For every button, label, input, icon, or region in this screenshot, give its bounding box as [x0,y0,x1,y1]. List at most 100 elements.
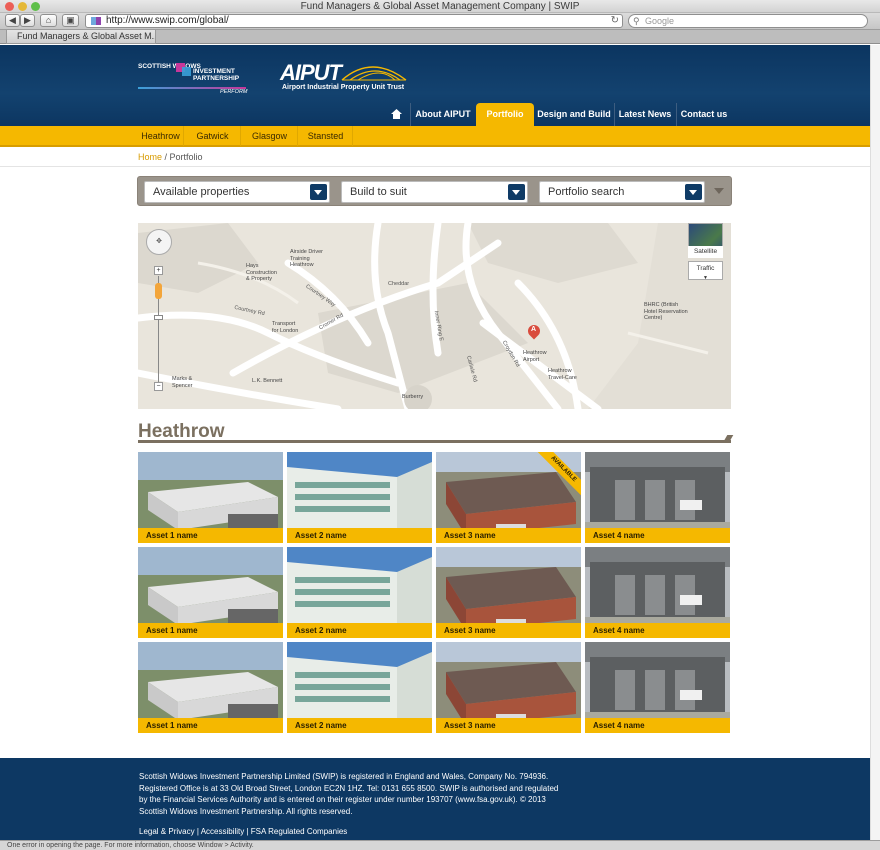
home-button[interactable]: ⌂ [40,14,57,27]
back-arrow-icon[interactable]: ◀ [5,14,20,27]
asset-name: Asset 2 name [287,718,432,733]
breadcrumb-separator: / [162,152,170,162]
url-field[interactable]: http://www.swip.com/global/ ↻ [85,14,623,28]
fsa-regulated-companies-link[interactable]: FSA Regulated Companies [251,827,348,836]
nav-latest-news[interactable]: Latest News [614,103,675,126]
asset-card[interactable]: Asset 4 name [585,642,730,733]
zoom-out-button[interactable]: − [154,382,163,391]
asset-card[interactable]: Asset 2 name [287,642,432,733]
asset-name: Asset 1 name [138,718,283,733]
search-placeholder: Google [645,16,675,26]
home-icon [390,109,402,119]
asset-name: Asset 1 name [138,528,283,543]
asset-name: Asset 2 name [287,623,432,638]
breadcrumb: Home / Portfolio [138,152,203,162]
subnav-glasgow[interactable]: Glasgow [242,126,298,146]
asset-card[interactable]: Asset 2 name [287,452,432,543]
expand-filters-icon[interactable] [714,188,724,194]
asset-name: Asset 4 name [585,718,730,733]
nav-about-aiput[interactable]: About AIPUT [410,103,475,126]
portfolio-search-label: Portfolio search [548,186,625,198]
browser-tab[interactable]: Fund Managers & Global Asset M... [6,30,156,44]
chevron-down-icon[interactable] [310,184,327,200]
breadcrumb-current: Portfolio [169,152,203,162]
zoom-slider-handle[interactable] [154,315,163,320]
breadcrumb-home[interactable]: Home [138,152,162,162]
portfolio-search-select[interactable]: Portfolio search [539,181,705,203]
available-properties-select[interactable]: Available properties [144,181,330,203]
browser-status-bar: One error in opening the page. For more … [0,840,880,850]
chevron-down-icon: ▼ [703,275,708,281]
zoom-in-button[interactable]: + [154,266,163,275]
asset-card[interactable]: Asset 2 name [287,547,432,638]
pegman-icon[interactable] [155,283,162,299]
map-label: Hays Construction & Property [246,263,277,282]
url-text: http://www.swip.com/global/ [106,15,229,26]
search-icon: ⚲ [633,16,640,26]
tab-bar: Fund Managers & Global Asset M... [0,30,880,44]
traffic-button[interactable]: Traffic ▼ [688,261,723,281]
footer-legal-text: Scottish Widows Investment Partnership L… [139,772,559,816]
window-title: Fund Managers & Global Asset Management … [300,1,580,12]
chevron-down-icon[interactable] [685,184,702,200]
traffic-label: Traffic [696,265,715,272]
bookmarks-icon[interactable]: ▣ [62,14,79,27]
asset-name: Asset 4 name [585,528,730,543]
asset-card[interactable]: Asset 1 name [138,547,283,638]
satellite-button[interactable]: Satellite [688,246,723,258]
subnav-heathrow[interactable]: Heathrow [138,126,184,146]
footer-links: Legal & Privacy | Accessibility | FSA Re… [139,827,347,836]
available-properties-label: Available properties [153,186,250,198]
asset-name: Asset 2 name [287,528,432,543]
swip-logo-line2: INVESTMENT PARTNERSHIP [193,68,240,82]
aiput-logo[interactable]: AIPUT Airport Industrial Property Unit T… [280,60,420,96]
forward-arrow-icon[interactable]: ▶ [20,14,35,27]
window-title-bar: Fund Managers & Global Asset Management … [0,0,880,13]
favicon-icon [91,17,101,25]
asset-name: Asset 1 name [138,623,283,638]
asset-name: Asset 4 name [585,623,730,638]
asset-card[interactable]: Asset 4 name [585,452,730,543]
nav-design-and-build[interactable]: Design and Build [535,103,613,126]
build-to-suit-select[interactable]: Build to suit [341,181,528,203]
swip-logo-tag: PERFORM [220,89,248,95]
pan-control-icon[interactable]: ✥ [146,229,172,255]
aiput-wordmark: AIPUT [280,60,342,85]
sub-nav: Heathrow Gatwick Glasgow Stansted [0,126,880,147]
map-label: Heathrow Airport [523,350,547,363]
asset-card[interactable]: Asset 1 name [138,452,283,543]
section-rule-end [722,435,734,443]
nav-portfolio[interactable]: Portfolio [476,103,534,126]
reload-icon[interactable]: ↻ [611,15,619,27]
asset-card[interactable]: Asset 4 name [585,547,730,638]
subnav-stansted[interactable]: Stansted [299,126,353,146]
minimize-window-button[interactable] [18,2,27,11]
map-label: Cheddar [388,281,410,287]
map-label: Heathrow Travel-Care [548,368,577,381]
map-label: Transport for London [272,321,299,334]
asset-card[interactable]: Asset 1 name [138,642,283,733]
asset-card[interactable]: Asset 3 name [436,642,581,733]
asset-card[interactable]: AVAILABLE Asset 3 name [436,452,581,543]
asset-name: Asset 3 name [436,623,581,638]
map-label: BHRC (British Hotel Reservation Centre) [644,302,688,321]
chevron-down-icon[interactable] [508,184,525,200]
divider [0,166,880,167]
browser-search-field[interactable]: ⚲ Google [628,14,868,28]
nav-home[interactable] [383,103,409,126]
asset-card[interactable]: Asset 3 name [436,547,581,638]
map-marker-label: A [531,326,537,333]
section-rule [138,440,731,443]
swip-logo-mark-2 [182,67,191,76]
asset-name: Asset 3 name [436,528,581,543]
scrollbar[interactable] [870,45,880,840]
accessibility-link[interactable]: Accessibility [201,827,245,836]
close-window-button[interactable] [5,2,14,11]
map[interactable]: Airside Driver Training Heathrow Hays Co… [138,223,731,409]
build-to-suit-label: Build to suit [350,186,407,198]
swip-logo[interactable]: SCOTTISH WIDOWS INVESTMENT PARTNERSHIP P… [138,61,253,97]
zoom-window-button[interactable] [31,2,40,11]
legal-privacy-link[interactable]: Legal & Privacy [139,827,195,836]
nav-contact-us[interactable]: Contact us [676,103,731,126]
subnav-gatwick[interactable]: Gatwick [185,126,241,146]
